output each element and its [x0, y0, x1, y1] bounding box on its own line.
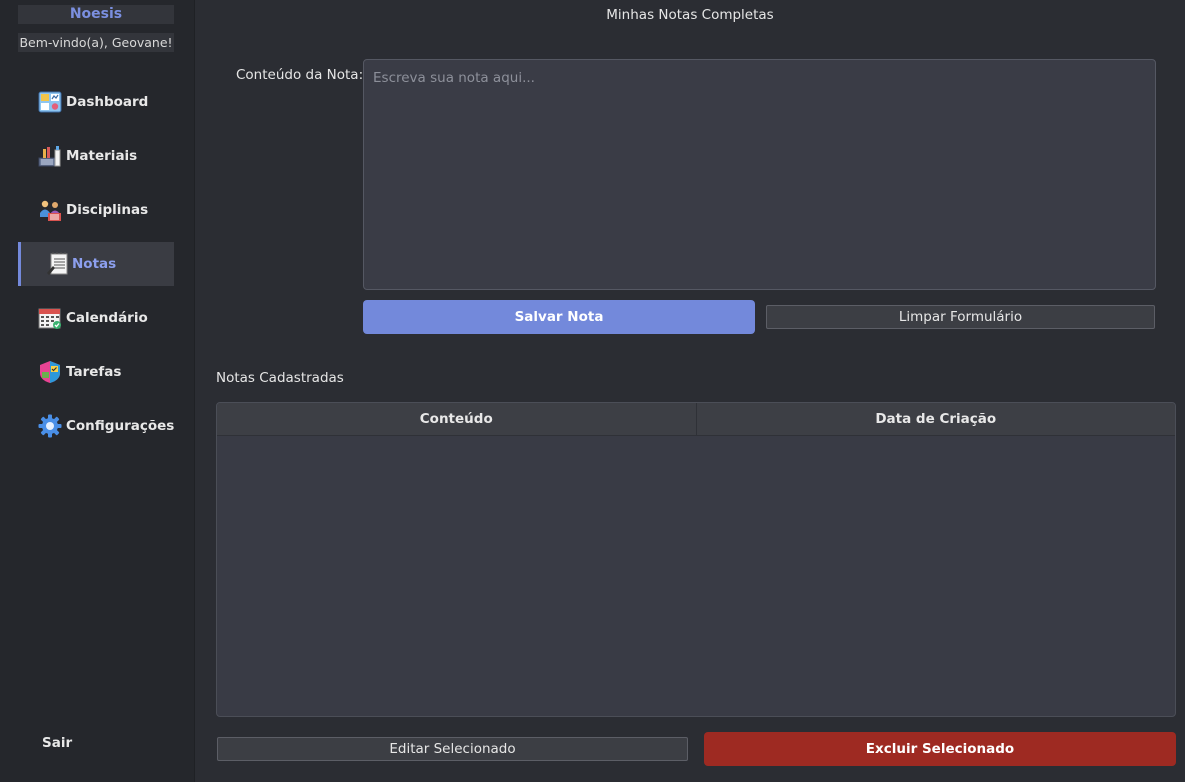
- tasks-icon: [38, 360, 62, 384]
- clear-form-button[interactable]: Limpar Formulário: [766, 305, 1155, 329]
- logout-button[interactable]: Sair: [42, 735, 72, 751]
- welcome-message: Bem-vindo(a), Geovane!: [18, 33, 174, 52]
- edit-selected-button[interactable]: Editar Selecionado: [217, 737, 688, 761]
- materials-icon: [38, 144, 62, 168]
- sidebar-item-notes[interactable]: Notas: [18, 242, 174, 286]
- sidebar-item-label: Materiais: [66, 148, 138, 164]
- page-title: Minhas Notas Completas: [606, 7, 774, 23]
- sidebar-item-materials[interactable]: Materiais: [18, 134, 174, 178]
- sidebar-item-label: Calendário: [66, 310, 148, 326]
- disciplines-icon: [38, 198, 62, 222]
- sidebar-item-disciplines[interactable]: Disciplinas: [18, 188, 174, 232]
- sidebar-item-label: Notas: [72, 256, 117, 272]
- column-header-content[interactable]: Conteúdo: [217, 403, 696, 435]
- sidebar-item-settings[interactable]: Configurações: [18, 404, 174, 448]
- notes-table[interactable]: Conteúdo Data de Criação: [216, 402, 1176, 717]
- sidebar: Noesis Bem-vindo(a), Geovane! Dashboard: [0, 0, 195, 782]
- notes-list-label: Notas Cadastradas: [216, 370, 344, 386]
- notes-icon: [46, 252, 70, 276]
- sidebar-item-label: Configurações: [66, 418, 175, 434]
- note-content-label: Conteúdo da Nota:: [236, 67, 364, 83]
- gear-icon: [38, 414, 62, 438]
- sidebar-item-label: Tarefas: [66, 364, 122, 380]
- save-note-button[interactable]: Salvar Nota: [363, 300, 755, 334]
- sidebar-item-tasks[interactable]: Tarefas: [18, 350, 174, 394]
- calendar-icon: [38, 306, 62, 330]
- sidebar-item-label: Disciplinas: [66, 202, 149, 218]
- table-header: Conteúdo Data de Criação: [217, 403, 1175, 436]
- sidebar-item-label: Dashboard: [66, 94, 149, 110]
- column-header-created-date[interactable]: Data de Criação: [695, 403, 1176, 435]
- dashboard-icon: [38, 90, 62, 114]
- note-content-input[interactable]: [363, 59, 1156, 290]
- sidebar-item-dashboard[interactable]: Dashboard: [18, 80, 174, 124]
- sidebar-item-calendar[interactable]: Calendário: [18, 296, 174, 340]
- app-brand: Noesis: [18, 5, 174, 24]
- delete-selected-button[interactable]: Excluir Selecionado: [704, 732, 1176, 766]
